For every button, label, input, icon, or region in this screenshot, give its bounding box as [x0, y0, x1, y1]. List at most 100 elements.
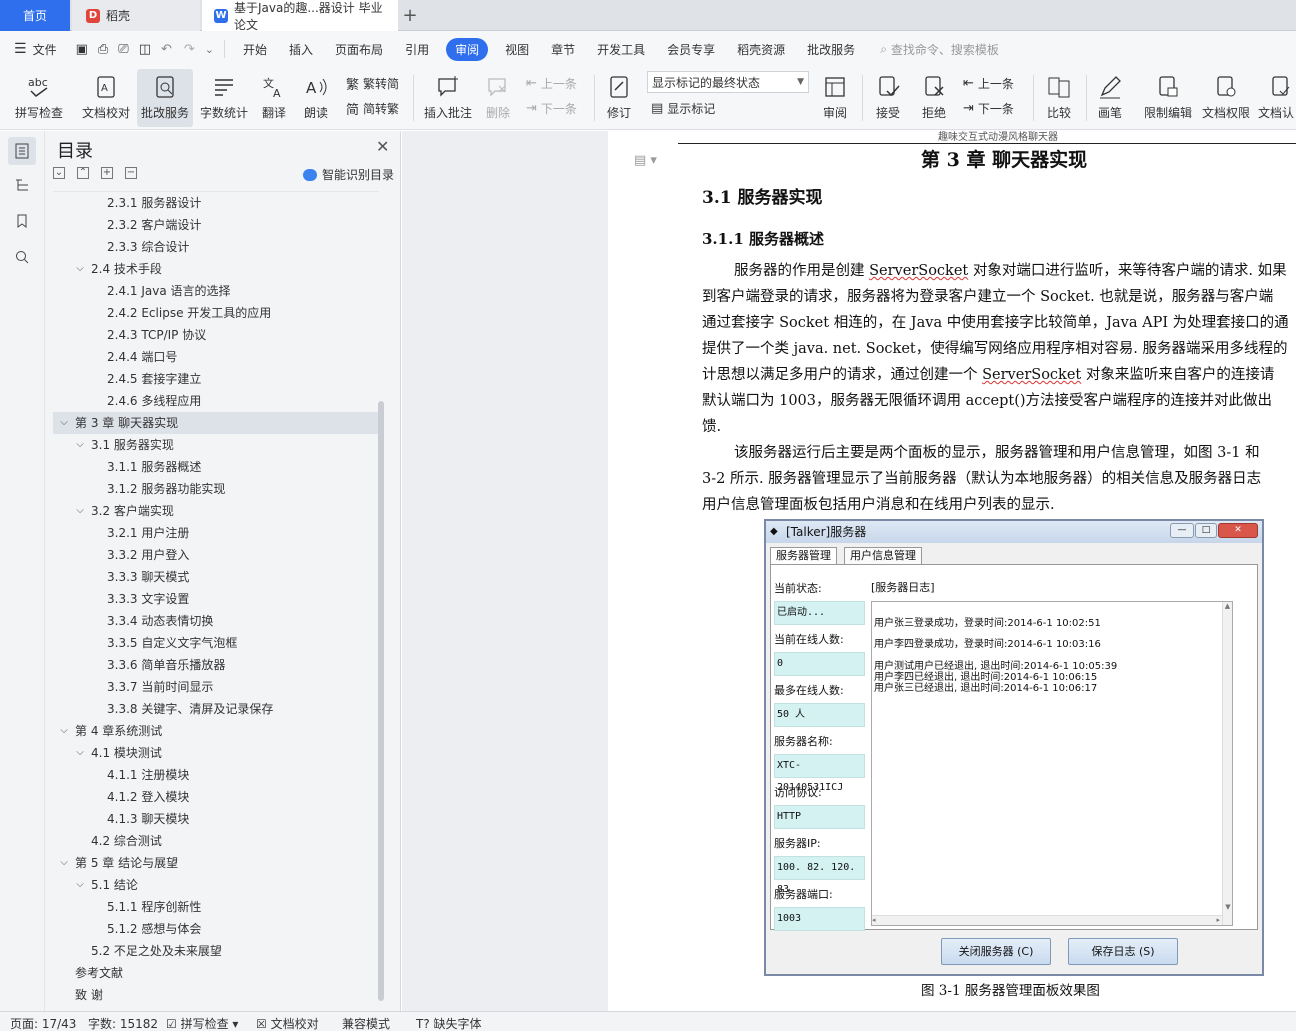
toc-item[interactable]: ⌵ 第 5 章 结论与展望	[53, 852, 379, 874]
spell-check-button[interactable]: abc 拼写检查	[8, 69, 70, 127]
toc-item[interactable]: 3.3.2 用户登入	[53, 544, 379, 566]
toc-item[interactable]: 3.2.1 用户注册	[53, 522, 379, 544]
toc-item[interactable]: 5.1.2 感想与体会	[53, 918, 379, 940]
toc-item[interactable]: 2.3.1 服务器设计	[53, 192, 379, 214]
toc-item[interactable]: ⌵ 2.4 技术手段	[53, 258, 379, 280]
toc-item[interactable]: 4.2 综合测试	[53, 830, 379, 852]
menu-devtools[interactable]: 开发工具	[597, 41, 645, 58]
prev-change-button[interactable]: ⇤ 上一条	[963, 72, 1014, 94]
redo-icon[interactable]: ↷	[184, 42, 195, 57]
hamburger-icon[interactable]: ☰	[14, 41, 27, 57]
translate-button[interactable]: 文A 翻译	[254, 69, 294, 127]
chevron-down-icon[interactable]: ⌵	[75, 874, 85, 896]
word-count-button[interactable]: 字数统计	[198, 69, 250, 127]
toc-item[interactable]: 3.3.7 当前时间显示	[53, 676, 379, 698]
insert-comment-button[interactable]: 插入批注	[420, 69, 476, 127]
restrict-edit-button[interactable]: 限制编辑	[1140, 69, 1196, 127]
word-count-indicator[interactable]: 字数: 15182	[88, 1015, 158, 1032]
reject-button[interactable]: 拒绝	[914, 69, 954, 127]
markup-state-select[interactable]: 显示标记的最终状态 ▼	[647, 71, 809, 93]
menu-view[interactable]: 视图	[505, 41, 529, 58]
pen-button[interactable]: 画笔	[1092, 69, 1128, 127]
toc-item[interactable]: 3.3.3 聊天模式	[53, 566, 379, 588]
menu-section[interactable]: 章节	[551, 41, 575, 58]
chevron-down-icon[interactable]: ⌵	[59, 852, 69, 874]
simp-to-trad-button[interactable]: 简简转繁	[346, 97, 399, 119]
toc-item[interactable]: 2.4.6 多线程应用	[53, 390, 379, 412]
search-icon[interactable]	[8, 243, 36, 271]
undo-icon[interactable]: ↶	[161, 42, 172, 57]
page-menu-icon[interactable]: ▤ ▾	[634, 153, 657, 168]
page-indicator[interactable]: 页面: 17/43	[10, 1015, 76, 1032]
expand-up-icon[interactable]: ⌃	[77, 167, 89, 179]
remove-heading-icon[interactable]: −	[125, 167, 137, 179]
toc-item[interactable]: ⌵ 3.2 客户端实现	[53, 500, 379, 522]
toc-item[interactable]: 2.4.3 TCP/IP 协议	[53, 324, 379, 346]
tab-home[interactable]: 首页	[0, 0, 70, 31]
bookmark-icon[interactable]	[8, 207, 36, 235]
toc-item[interactable]: 2.4.5 套接字建立	[53, 368, 379, 390]
toc-scrollbar[interactable]	[378, 401, 384, 1001]
toc-item[interactable]: ⌵ 第 4 章系统测试	[53, 720, 379, 742]
new-tab-button[interactable]: +	[400, 0, 420, 31]
preview-icon[interactable]: ◫	[139, 42, 151, 57]
next-change-button[interactable]: ⇥ 下一条	[963, 97, 1014, 119]
read-aloud-button[interactable]: A 朗读	[298, 69, 334, 127]
track-changes-button[interactable]: 修订	[600, 69, 638, 127]
spell-check-toggle[interactable]: ☑ 拼写检查 ▾	[166, 1015, 238, 1032]
menu-revise[interactable]: 批改服务	[807, 41, 855, 58]
review-pane-button[interactable]: 审阅	[815, 69, 855, 127]
menu-start[interactable]: 开始	[243, 41, 267, 58]
missing-font-indicator[interactable]: T? 缺失字体	[416, 1015, 482, 1032]
toc-item[interactable]: ⌵ 5.1 结论	[53, 874, 379, 896]
chevron-down-icon[interactable]: ⌵	[75, 500, 85, 522]
show-markup-button[interactable]: ▤ 显示标记	[651, 97, 715, 119]
add-heading-icon[interactable]: +	[101, 167, 113, 179]
toc-item[interactable]: 参考文献	[53, 962, 379, 984]
next-comment-button[interactable]: ⇥ 下一条	[526, 97, 577, 119]
print-icon[interactable]: ⎚	[118, 42, 128, 57]
toc-item[interactable]: 致 谢	[53, 984, 379, 1006]
toc-item[interactable]: ⌵ 第 3 章 聊天器实现	[53, 412, 379, 434]
toc-item[interactable]: 3.3.4 动态表情切换	[53, 610, 379, 632]
smart-toc-button[interactable]: 智能识别目录	[303, 166, 394, 183]
chapter-nav-icon[interactable]	[8, 171, 36, 199]
chevron-down-icon[interactable]: ⌵	[75, 434, 85, 456]
toc-item[interactable]: 3.3.8 关键字、清屏及记录保存	[53, 698, 379, 720]
toc-item[interactable]: 4.1.2 登入模块	[53, 786, 379, 808]
delete-comment-button[interactable]: 删除	[480, 69, 516, 127]
toc-item[interactable]: 4.1.3 聊天模块	[53, 808, 379, 830]
toc-item[interactable]: 4.1.1 注册模块	[53, 764, 379, 786]
chevron-down-icon[interactable]: ⌵	[59, 720, 69, 742]
revise-service-button[interactable]: 批改服务	[137, 69, 193, 127]
menu-docer-res[interactable]: 稻壳资源	[737, 41, 785, 58]
more-icon[interactable]: ⌄	[205, 43, 214, 56]
compare-button[interactable]: 比较	[1039, 69, 1079, 127]
collapse-all-icon[interactable]: ⌄	[53, 167, 65, 179]
toc-item[interactable]: 3.1.2 服务器功能实现	[53, 478, 379, 500]
menu-member[interactable]: 会员专享	[667, 41, 715, 58]
doc-cert-button[interactable]: 文档认	[1258, 69, 1296, 127]
toc-item[interactable]: ⌵ 3.1 服务器实现	[53, 434, 379, 456]
toc-item[interactable]: ⌵ 4.1 模块测试	[53, 742, 379, 764]
doc-check-button[interactable]: A 文档校对	[78, 69, 134, 127]
toc-nav-icon[interactable]	[8, 137, 36, 165]
toc-item[interactable]: 2.4.1 Java 语言的选择	[53, 280, 379, 302]
tab-docer[interactable]: D 稻壳	[72, 0, 200, 31]
doc-rights-button[interactable]: 文档权限	[1200, 69, 1252, 127]
menu-layout[interactable]: 页面布局	[335, 41, 383, 58]
tab-document[interactable]: W 基于Java的趣...器设计 毕业论文	[202, 0, 398, 32]
toc-item[interactable]: 3.3.5 自定义文字气泡框	[53, 632, 379, 654]
command-search-input[interactable]: 查找命令、搜索模板	[891, 41, 999, 58]
prev-comment-button[interactable]: ⇤ 上一条	[526, 72, 577, 94]
menu-review[interactable]: 审阅	[446, 37, 489, 61]
toc-item[interactable]: 2.3.3 综合设计	[53, 236, 379, 258]
chevron-down-icon[interactable]: ⌵	[75, 258, 85, 280]
toc-item[interactable]: 3.3.6 简单音乐播放器	[53, 654, 379, 676]
menu-file[interactable]: 文件	[33, 41, 57, 58]
accept-button[interactable]: 接受	[868, 69, 908, 127]
doc-check-toggle[interactable]: ☒ 文档校对	[256, 1015, 319, 1032]
export-icon[interactable]: ⎙	[98, 42, 108, 57]
menu-insert[interactable]: 插入	[289, 41, 313, 58]
chevron-down-icon[interactable]: ⌵	[75, 742, 85, 764]
